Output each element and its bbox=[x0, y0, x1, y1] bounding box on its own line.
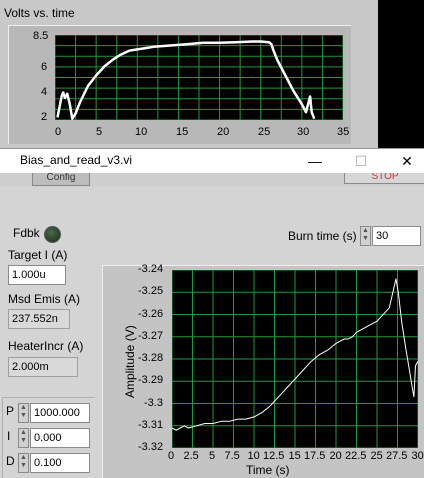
x-axis-label: Time (s) bbox=[246, 463, 290, 477]
p-gain-input[interactable]: 1000.000 bbox=[30, 403, 90, 423]
msd-emis-label: Msd Emis (A) bbox=[8, 292, 80, 306]
bg-x-tick: 25 bbox=[258, 126, 271, 138]
y-tick-label: -3.32 bbox=[138, 441, 164, 453]
y-tick-label: -3.29 bbox=[138, 374, 164, 387]
stop-button[interactable]: STOP bbox=[344, 173, 424, 184]
x-tick-label: 7.5 bbox=[224, 450, 240, 462]
burn-time-label: Burn time (s) bbox=[288, 229, 357, 243]
burn-time-spinner[interactable]: ▲ ▼ bbox=[360, 226, 371, 246]
p-spinner[interactable]: ▲ ▼ bbox=[18, 403, 29, 423]
desktop-background bbox=[378, 0, 424, 148]
fdbk-led-indicator bbox=[44, 226, 61, 243]
y-tick-label: -3.24 bbox=[138, 263, 164, 275]
i-label: I bbox=[7, 429, 11, 443]
i-gain-input[interactable]: 0.000 bbox=[30, 428, 90, 448]
bg-y-tick: 2 bbox=[41, 111, 48, 123]
d-gain-input[interactable]: 0.100 bbox=[30, 453, 90, 473]
bg-x-tick: 5 bbox=[96, 126, 103, 138]
x-tick-label: 10 bbox=[247, 450, 260, 462]
bg-y-tick: 8.5 bbox=[33, 30, 49, 42]
heater-incr-indicator: 2.000m bbox=[8, 357, 78, 377]
bg-x-tick: 15 bbox=[176, 126, 189, 138]
y-axis-label: Amplitude (V) bbox=[123, 325, 137, 398]
target-current-input[interactable]: 1.000u bbox=[8, 265, 66, 285]
bg-x-tick: 0 bbox=[55, 126, 62, 138]
window-title: Bias_and_read_v3.vi bbox=[20, 153, 133, 167]
bg-chart-title: Volts vs. time bbox=[4, 6, 75, 20]
bg-plot-area bbox=[55, 35, 343, 120]
background-window: Volts vs. time 8.5 6 4 2 0 5 10 15 20 25… bbox=[0, 0, 378, 148]
maximize-button[interactable]: ☐ bbox=[338, 149, 384, 174]
y-tick-label: -3.28 bbox=[138, 352, 164, 364]
x-tick-label: 12.5 bbox=[263, 450, 285, 462]
bg-x-tick: 35 bbox=[337, 126, 350, 138]
y-tick-label: -3.26 bbox=[138, 307, 164, 320]
x-tick-label: 0 bbox=[168, 450, 175, 462]
fdbk-label: Fdbk bbox=[13, 226, 40, 240]
bg-x-tick: 30 bbox=[297, 126, 310, 138]
amplitude-plot-area[interactable] bbox=[172, 270, 418, 448]
bg-y-tick: 6 bbox=[41, 61, 48, 73]
config-button[interactable]: Config bbox=[32, 173, 90, 186]
window-titlebar[interactable]: Bias_and_read_v3.vi — ☐ ✕ bbox=[0, 148, 424, 174]
x-tick-label: 25 bbox=[370, 450, 383, 462]
x-tick-label: 17.5 bbox=[304, 450, 326, 462]
x-tick-label: 5 bbox=[209, 450, 216, 462]
bg-x-tick: 20 bbox=[217, 126, 230, 138]
p-label: P bbox=[6, 404, 15, 418]
y-tick-label: -3.31 bbox=[138, 418, 164, 431]
x-tick-label: 20 bbox=[329, 450, 342, 462]
y-tick-label: -3.27 bbox=[138, 329, 164, 342]
x-tick-label: 30 bbox=[411, 450, 424, 462]
heater-incr-label: HeaterIncr (A) bbox=[8, 339, 84, 353]
target-label: Target I (A) bbox=[8, 248, 68, 262]
msd-emis-indicator: 237.552n bbox=[8, 309, 70, 329]
i-spinner[interactable]: ▲ ▼ bbox=[18, 428, 29, 448]
bg-x-tick: 10 bbox=[135, 126, 148, 138]
x-tick-label: 2.5 bbox=[183, 450, 199, 462]
d-spinner[interactable]: ▲ ▼ bbox=[18, 453, 29, 473]
close-button[interactable]: ✕ bbox=[384, 149, 424, 174]
y-tick-label: -3.25 bbox=[138, 285, 164, 298]
x-tick-label: 15 bbox=[288, 450, 301, 462]
burn-time-input[interactable]: 30 bbox=[372, 226, 421, 246]
d-label: D bbox=[6, 454, 15, 468]
x-tick-label: 27.5 bbox=[386, 450, 408, 462]
y-tick-label: -3.3 bbox=[144, 396, 163, 409]
minimize-button[interactable]: — bbox=[292, 149, 338, 174]
x-tick-label: 22.5 bbox=[345, 450, 367, 462]
bg-y-tick: 4 bbox=[41, 86, 48, 98]
